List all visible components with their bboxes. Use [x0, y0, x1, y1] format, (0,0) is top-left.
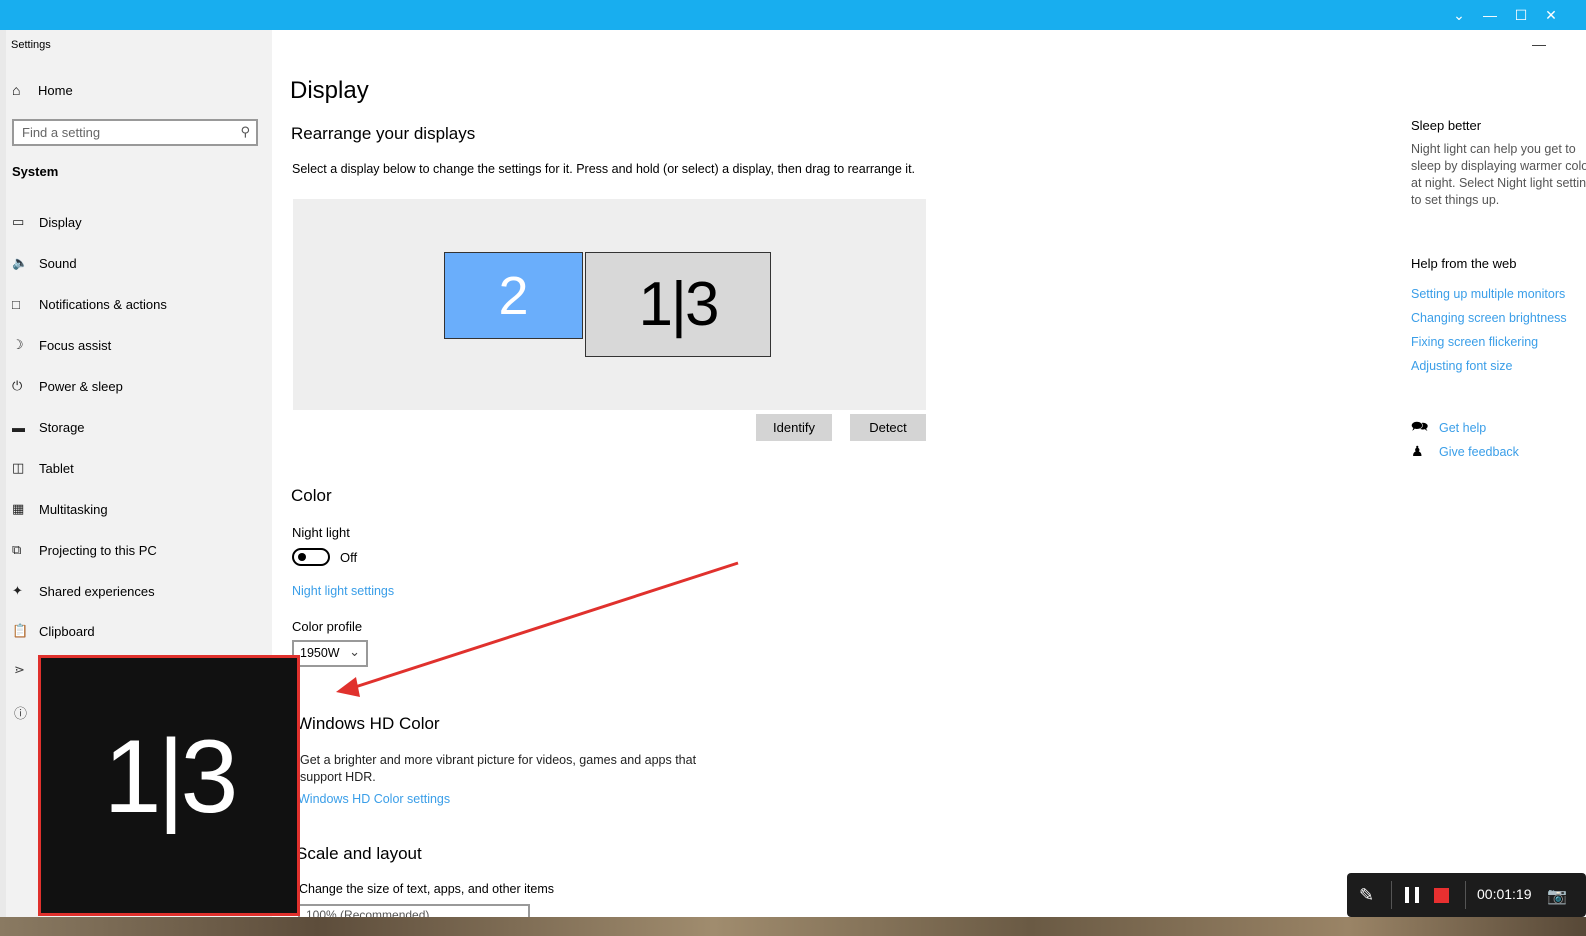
- camera-icon[interactable]: 📷: [1547, 886, 1567, 906]
- desktop-wallpaper-strip: [0, 917, 1586, 936]
- arrow-line: [351, 561, 739, 690]
- screen-recorder-toolbar: ✎ 00:01:19 📷: [1347, 873, 1586, 917]
- pen-icon[interactable]: ✎: [1359, 885, 1374, 906]
- stop-icon[interactable]: [1434, 888, 1449, 903]
- recording-time: 00:01:19: [1477, 886, 1532, 902]
- pause-icon[interactable]: [1405, 887, 1419, 903]
- identify-overlay: 1|3: [38, 655, 300, 916]
- divider: [1391, 881, 1392, 909]
- divider: [1465, 881, 1466, 909]
- identify-number: 1|3: [103, 719, 239, 835]
- arrow-head: [336, 677, 360, 697]
